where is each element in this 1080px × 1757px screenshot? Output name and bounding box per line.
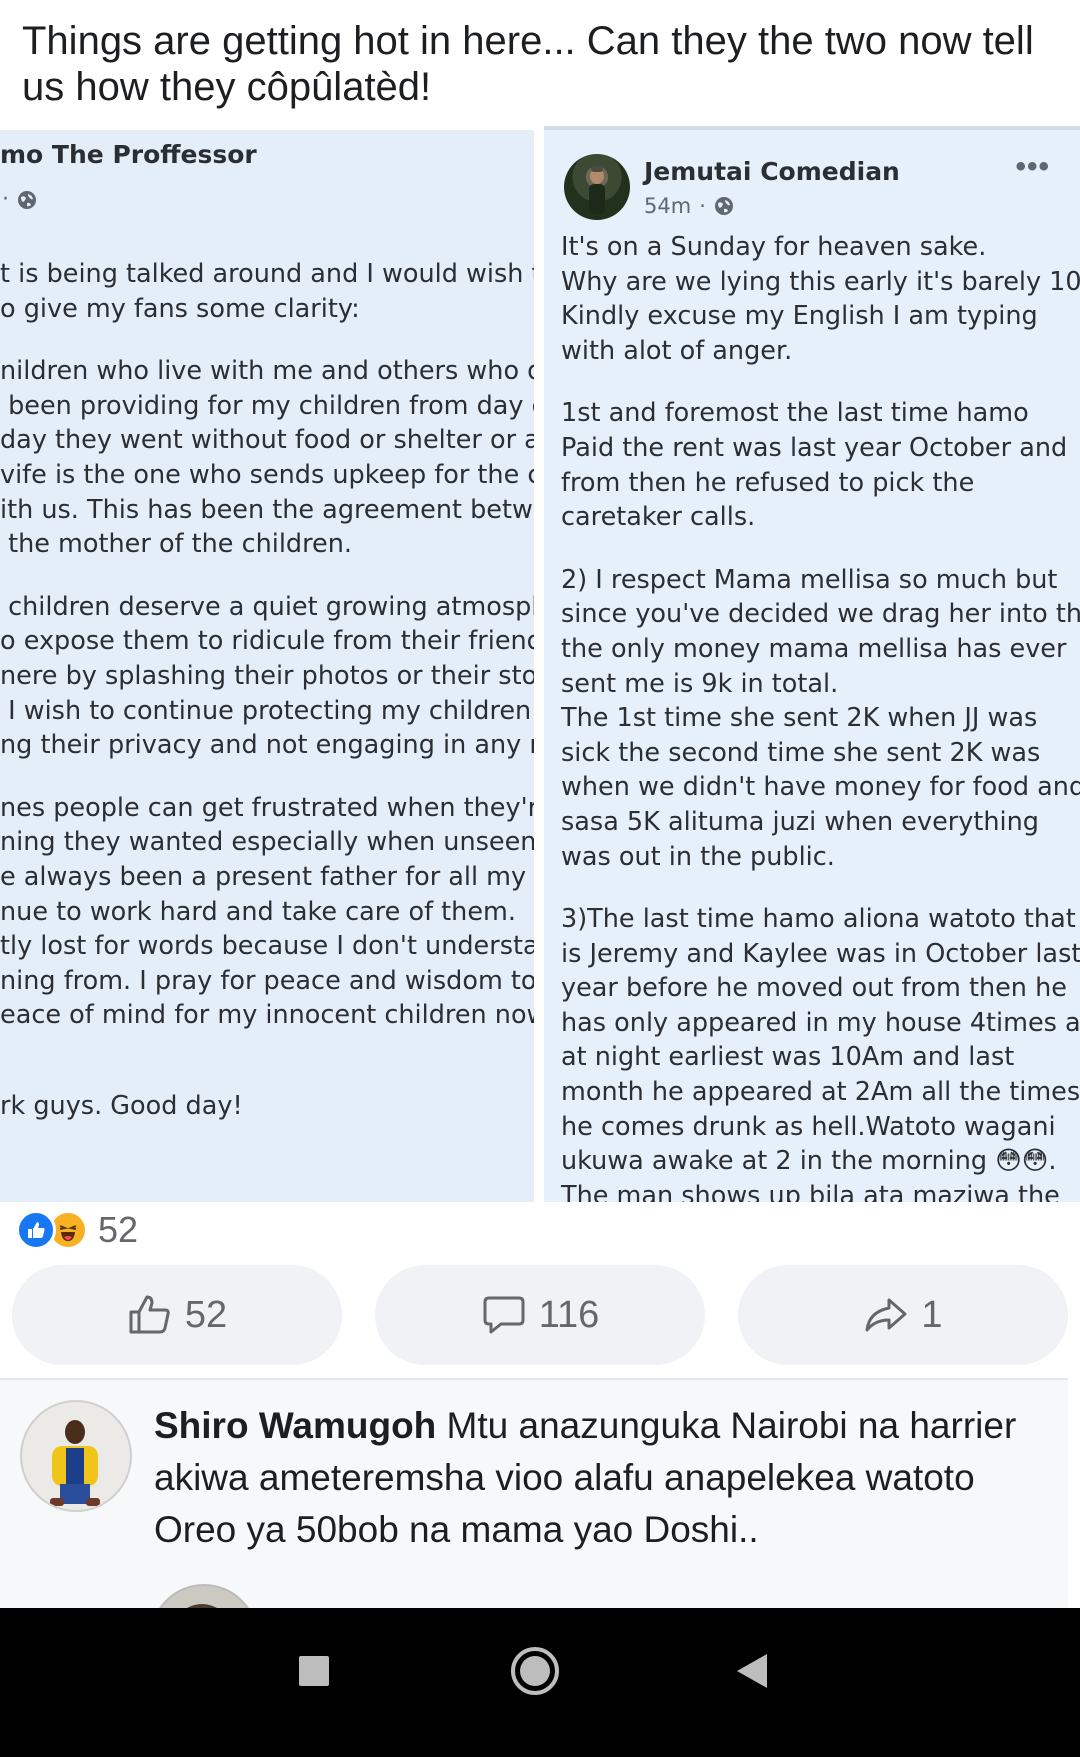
- right-post-line: Why are we lying this early it's barely …: [561, 266, 1080, 297]
- left-post-line: tly lost for words because I don't under…: [0, 931, 534, 962]
- comment-section: Shiro Wamugoh Mtu anazunguka Nairobi na …: [0, 1378, 1068, 1692]
- right-post-line: caretaker calls.: [561, 502, 756, 533]
- left-post-line: [0, 763, 534, 791]
- right-post-line: month he appeared at 2Am all the times: [561, 1077, 1080, 1108]
- right-post-line: since you've decided we drag her into th…: [561, 599, 1080, 630]
- right-post-line: he comes drunk as hell.Watoto wagani: [561, 1111, 1056, 1142]
- right-post-line: with alot of anger.: [561, 335, 793, 366]
- right-post-line: sick the second time she sent 2K was: [561, 737, 1041, 768]
- left-post-line: rk guys. Good day!: [0, 1090, 243, 1121]
- left-meta-dot: ·: [2, 187, 9, 212]
- left-post-line: the mother of the children.: [0, 529, 352, 560]
- left-post-line: [0, 562, 534, 590]
- right-author-name: Jemutai Comedian: [644, 157, 900, 186]
- comment-button[interactable]: 116: [375, 1265, 705, 1365]
- right-post-line: was out in the public.: [561, 841, 835, 872]
- globe-icon: [714, 197, 733, 215]
- right-post-line: 3)The last time hamo aliona watoto that: [561, 904, 1076, 935]
- right-post-line: [561, 368, 1080, 396]
- like-button[interactable]: 52: [12, 1265, 342, 1365]
- back-button[interactable]: [735, 1652, 769, 1695]
- left-post-line: day they went without food or shelter or…: [0, 425, 534, 456]
- left-post-line: been providing for my children from day …: [0, 390, 534, 421]
- reaction-summary[interactable]: 52: [16, 1208, 138, 1252]
- right-post-line: 1st and foremost the last time hamo: [561, 398, 1029, 429]
- left-post-line: children deserve a quiet growing atmosph…: [0, 591, 534, 622]
- left-post-line: nere by splashing their photos or their …: [0, 660, 534, 691]
- left-post-line: e always been a present father for all m…: [0, 861, 534, 892]
- right-post-line: from then he refused to pick the: [561, 467, 975, 498]
- right-post-line: Kindly excuse my English I am typing: [561, 301, 1038, 332]
- right-post-body: It's on a Sunday for heaven sake. Why are…: [561, 230, 1080, 1202]
- left-post-line: o give my fans some clarity:: [0, 293, 360, 324]
- right-post-line: sasa 5K alituma juzi when everything: [561, 806, 1039, 837]
- left-post-line: [0, 326, 534, 354]
- post-caption: Things are getting hot in here... Can th…: [22, 18, 1042, 110]
- left-post-meta: ·: [2, 187, 37, 212]
- globe-icon: [18, 190, 36, 209]
- square-icon: [299, 1656, 329, 1686]
- share-button[interactable]: 1: [738, 1265, 1068, 1365]
- right-post-line: sent me is 9k in total.: [561, 668, 839, 699]
- left-post-line: o expose them to ridicule from their fri…: [0, 626, 534, 657]
- left-post-line: ith us. This has been the agreement betw…: [0, 494, 534, 525]
- right-post-line: the only money mama mellisa has ever: [561, 633, 1067, 664]
- reaction-count: 52: [98, 1209, 139, 1250]
- left-post-line: ng their privacy and not engaging in any…: [0, 730, 534, 761]
- left-post-line: vife is the one who sends upkeep for the…: [0, 459, 534, 490]
- left-post-line: [0, 1061, 534, 1089]
- right-meta-dot: ·: [699, 194, 706, 218]
- right-screenshot: Jemutai Comedian 54m · ••• It's on a Sun…: [544, 126, 1080, 1202]
- left-post-line: nildren who live with me and others who …: [0, 356, 534, 387]
- right-post-line: 2) I respect Mama mellisa so much but: [561, 564, 1058, 595]
- like-icon: [16, 1210, 56, 1250]
- back-triangle-icon: [737, 1654, 767, 1688]
- right-post-line: The man shows up bila ata maziwa the: [561, 1180, 1060, 1202]
- left-post-line: ning they wanted especially when unseen …: [0, 827, 534, 858]
- caption-line-2: us how they côpûlatèd!: [22, 65, 432, 109]
- left-post-line: I wish to continue protecting my childre…: [0, 695, 534, 726]
- right-post-line: has only appeared in my house 4times all: [561, 1007, 1080, 1038]
- recents-button[interactable]: [297, 1654, 331, 1693]
- commenter-avatar[interactable]: [20, 1400, 132, 1512]
- right-post-line: at night earliest was 10Am and last: [561, 1042, 1015, 1073]
- right-post-line: year before he moved out from then he: [561, 973, 1067, 1004]
- right-post-line: ukuwa awake at 2 in the morning 😳😳.: [561, 1146, 1057, 1177]
- right-post-line: [561, 535, 1080, 563]
- home-button[interactable]: [510, 1646, 560, 1701]
- share-count: 1: [921, 1293, 943, 1336]
- right-post-line: [561, 874, 1080, 902]
- system-navigation-bar: [0, 1608, 1080, 1757]
- screenshot-collage[interactable]: mo The Proffessor · t is being talked ar…: [0, 126, 1080, 1202]
- right-post-meta: 54m ·: [644, 194, 734, 218]
- left-post-line: eace of mind for my innocent children no…: [0, 1000, 534, 1031]
- comment-icon: [483, 1296, 525, 1334]
- right-post-line: It's on a Sunday for heaven sake.: [561, 232, 987, 262]
- right-post-line: Paid the rent was last year October and: [561, 432, 1068, 463]
- comment-count: 116: [538, 1293, 600, 1336]
- left-post-line: nue to work hard and take care of them.: [0, 896, 516, 927]
- left-post-line: nes people can get frustrated when they'…: [0, 792, 534, 823]
- left-post-line: ning from. I pray for peace and wisdom t…: [0, 965, 534, 996]
- share-icon: [865, 1298, 907, 1332]
- home-circle-icon: [511, 1647, 559, 1695]
- left-post-line: t is being talked around and I would wis…: [0, 259, 534, 289]
- thumbs-up-icon: [129, 1295, 170, 1334]
- action-bar: 52 116 1: [12, 1265, 1068, 1365]
- right-post-line: when we didn't have money for food and: [561, 772, 1080, 803]
- post-time: 54m: [644, 194, 692, 218]
- more-options-icon: •••: [1015, 150, 1050, 183]
- right-post-line: The 1st time she sent 2K when JJ was: [561, 703, 1038, 734]
- left-post-body: t is being talked around and I would wis…: [0, 257, 534, 1123]
- left-author-name: mo The Proffessor: [0, 140, 257, 169]
- jemutai-avatar: [564, 154, 630, 220]
- commenter-name[interactable]: Shiro Wamugoh: [154, 1405, 436, 1446]
- left-screenshot: mo The Proffessor · t is being talked ar…: [0, 130, 534, 1202]
- left-post-line: [0, 1033, 534, 1061]
- comment-bubble: Shiro Wamugoh Mtu anazunguka Nairobi na …: [154, 1400, 1054, 1556]
- right-post-line: is Jeremy and Kaylee was in October last: [561, 938, 1080, 969]
- caption-line-1: Things are getting hot in here... Can th…: [22, 19, 1034, 63]
- like-count: 52: [184, 1293, 228, 1336]
